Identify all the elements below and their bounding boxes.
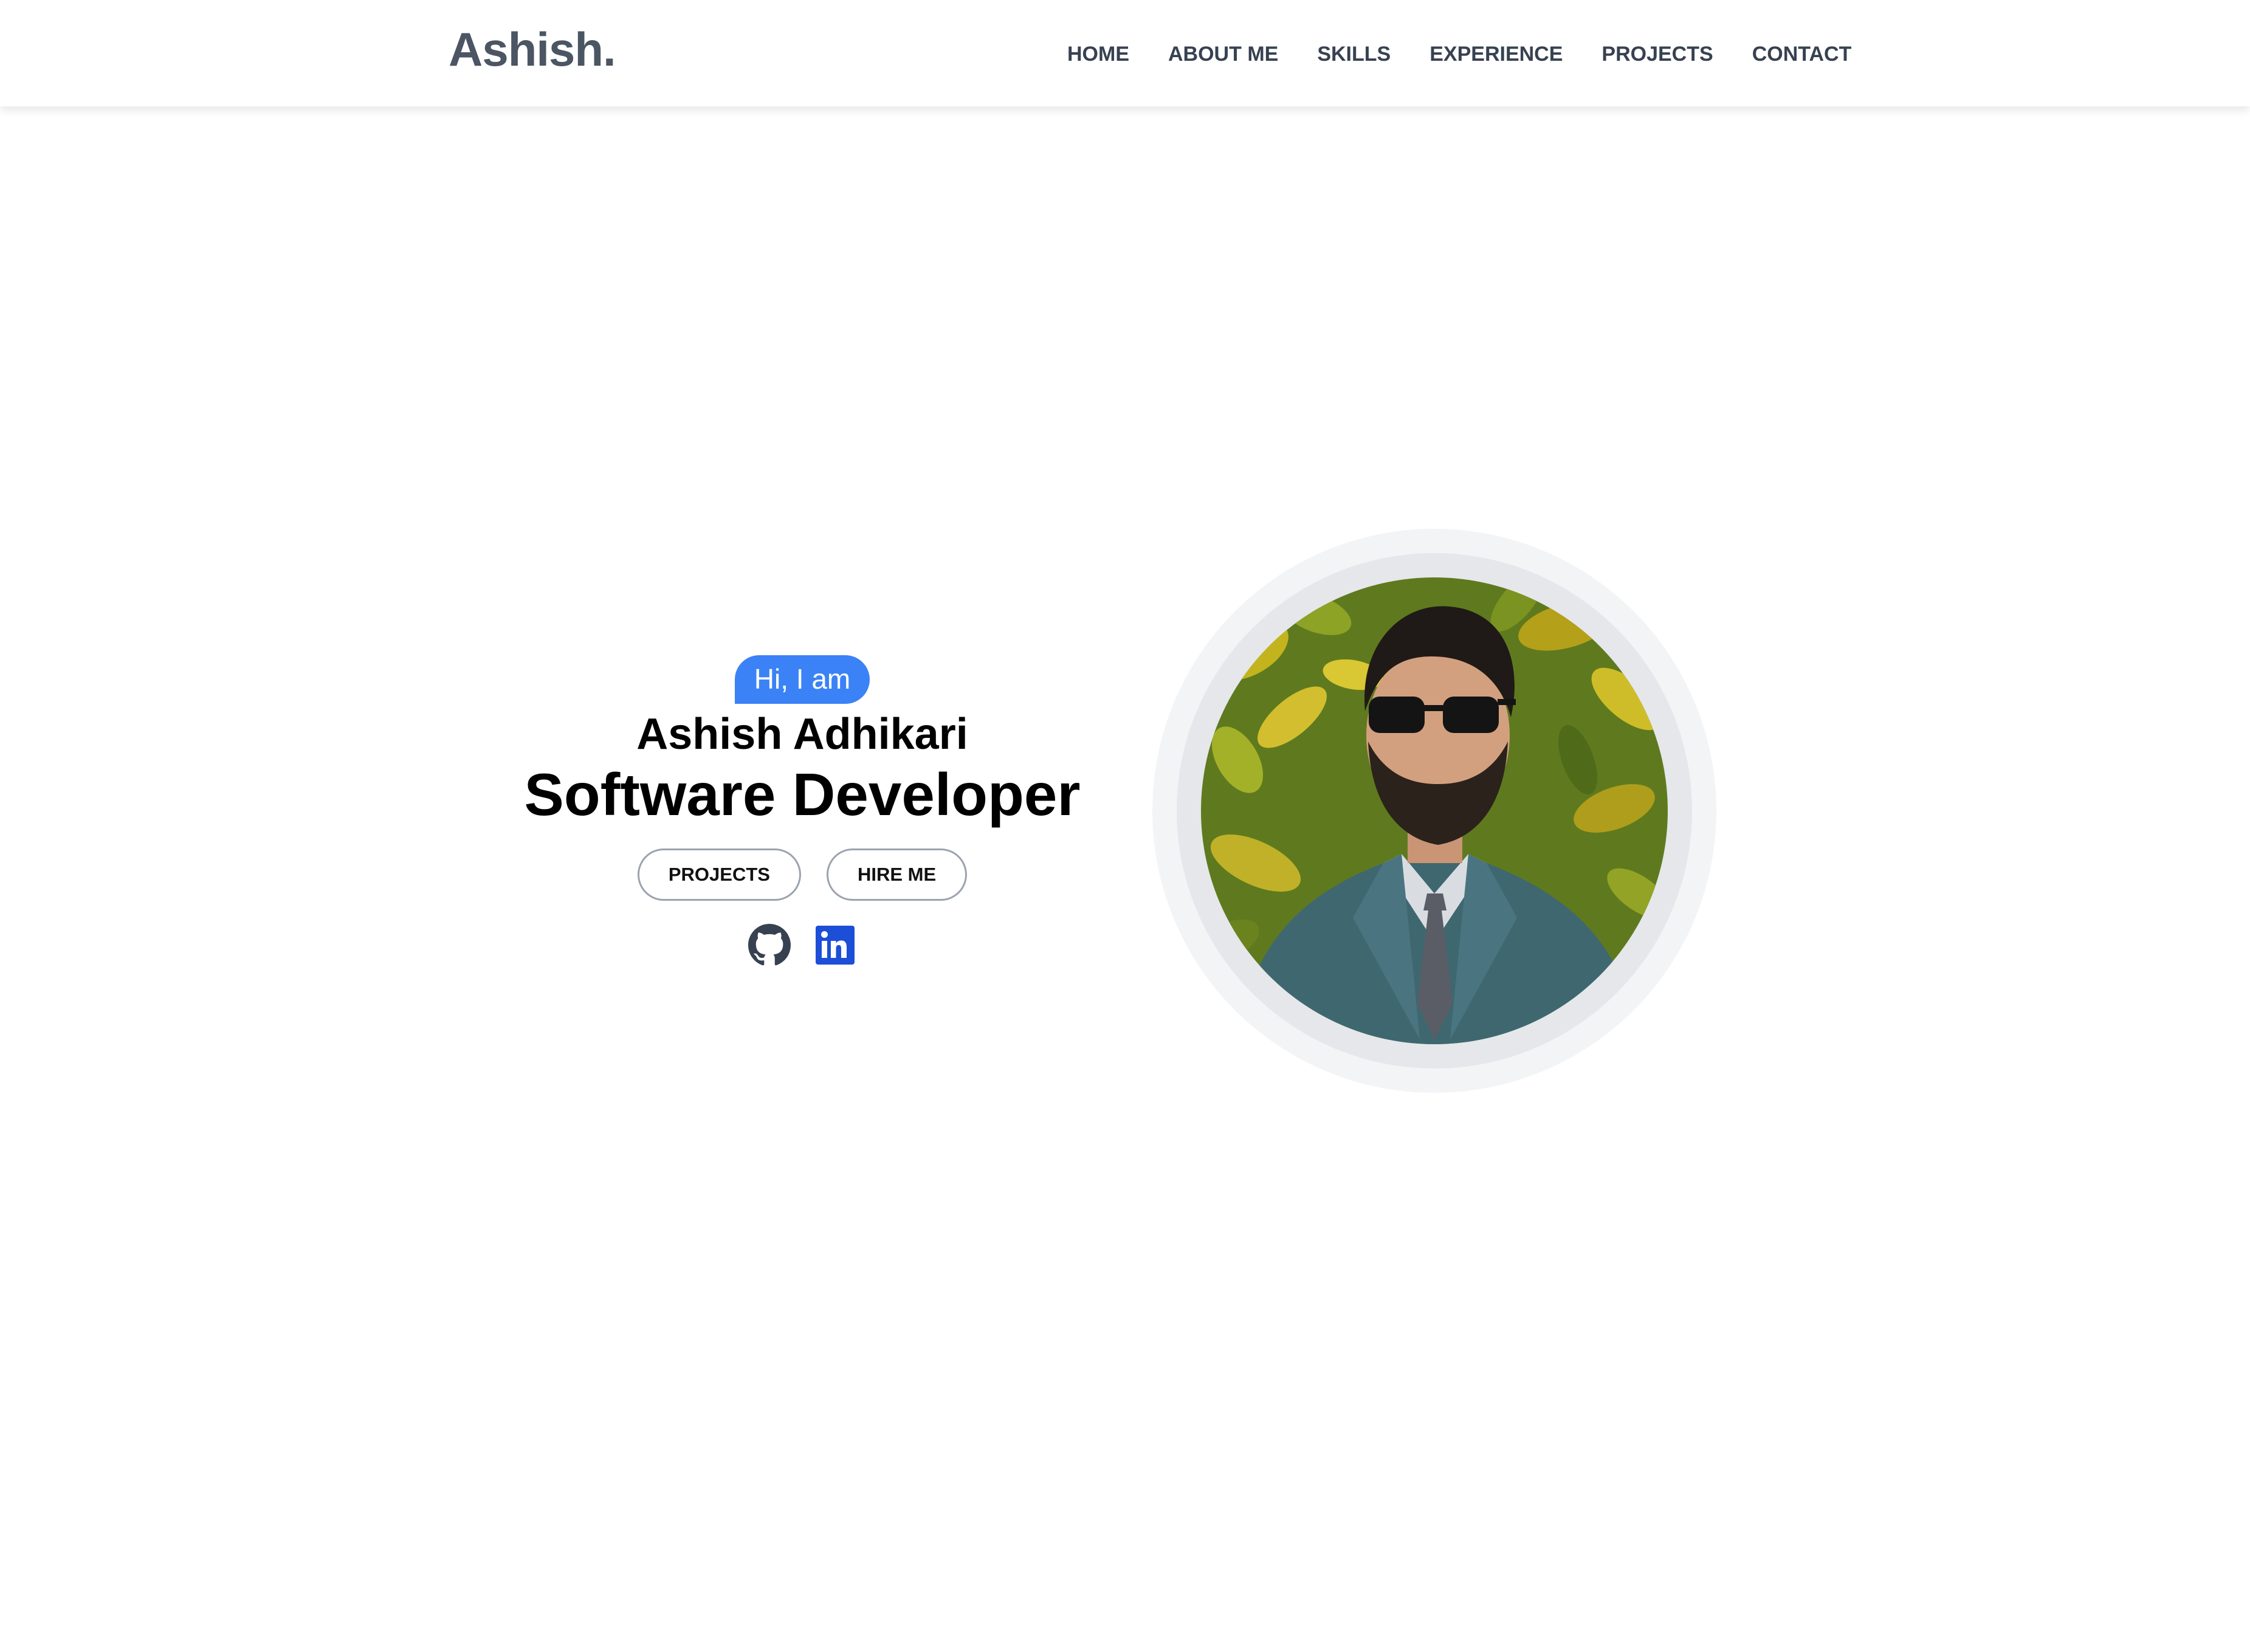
hero-role: Software Developer: [524, 761, 1081, 828]
nav-link-contact[interactable]: CONTACT: [1733, 43, 1871, 66]
hero-intro: Hi, I am Ashish Adhikari Software Develo…: [523, 655, 1082, 966]
projects-button[interactable]: PROJECTS: [637, 848, 801, 901]
nav-link-experience[interactable]: EXPERIENCE: [1410, 43, 1582, 66]
profile-photo-ring: [1177, 553, 1692, 1069]
hero-name: Ashish Adhikari: [636, 710, 968, 759]
github-icon: [748, 924, 791, 966]
nav-link-home[interactable]: HOME: [1067, 43, 1149, 66]
hire-me-button[interactable]: HIRE ME: [826, 848, 968, 901]
profile-photo: [1201, 577, 1668, 1044]
github-link[interactable]: [748, 924, 791, 966]
nav-link-projects[interactable]: PROJECTS: [1582, 43, 1732, 66]
hero-buttons: PROJECTS HIRE ME: [523, 848, 1082, 901]
greeting-badge: Hi, I am: [734, 655, 870, 704]
brand-logo[interactable]: Ashish.: [449, 22, 616, 77]
top-navbar: Ashish. HOME ABOUT ME SKILLS EXPERIENCE …: [0, 0, 2250, 106]
main-nav: HOME ABOUT ME SKILLS EXPERIENCE PROJECTS…: [1067, 43, 1871, 66]
nav-link-about-me[interactable]: ABOUT ME: [1149, 43, 1298, 66]
linkedin-link[interactable]: [814, 924, 856, 966]
nav-link-skills[interactable]: SKILLS: [1298, 43, 1410, 66]
profile-photo-frame: [1152, 529, 1716, 1093]
linkedin-icon: [816, 926, 855, 965]
social-links: [523, 924, 1082, 966]
